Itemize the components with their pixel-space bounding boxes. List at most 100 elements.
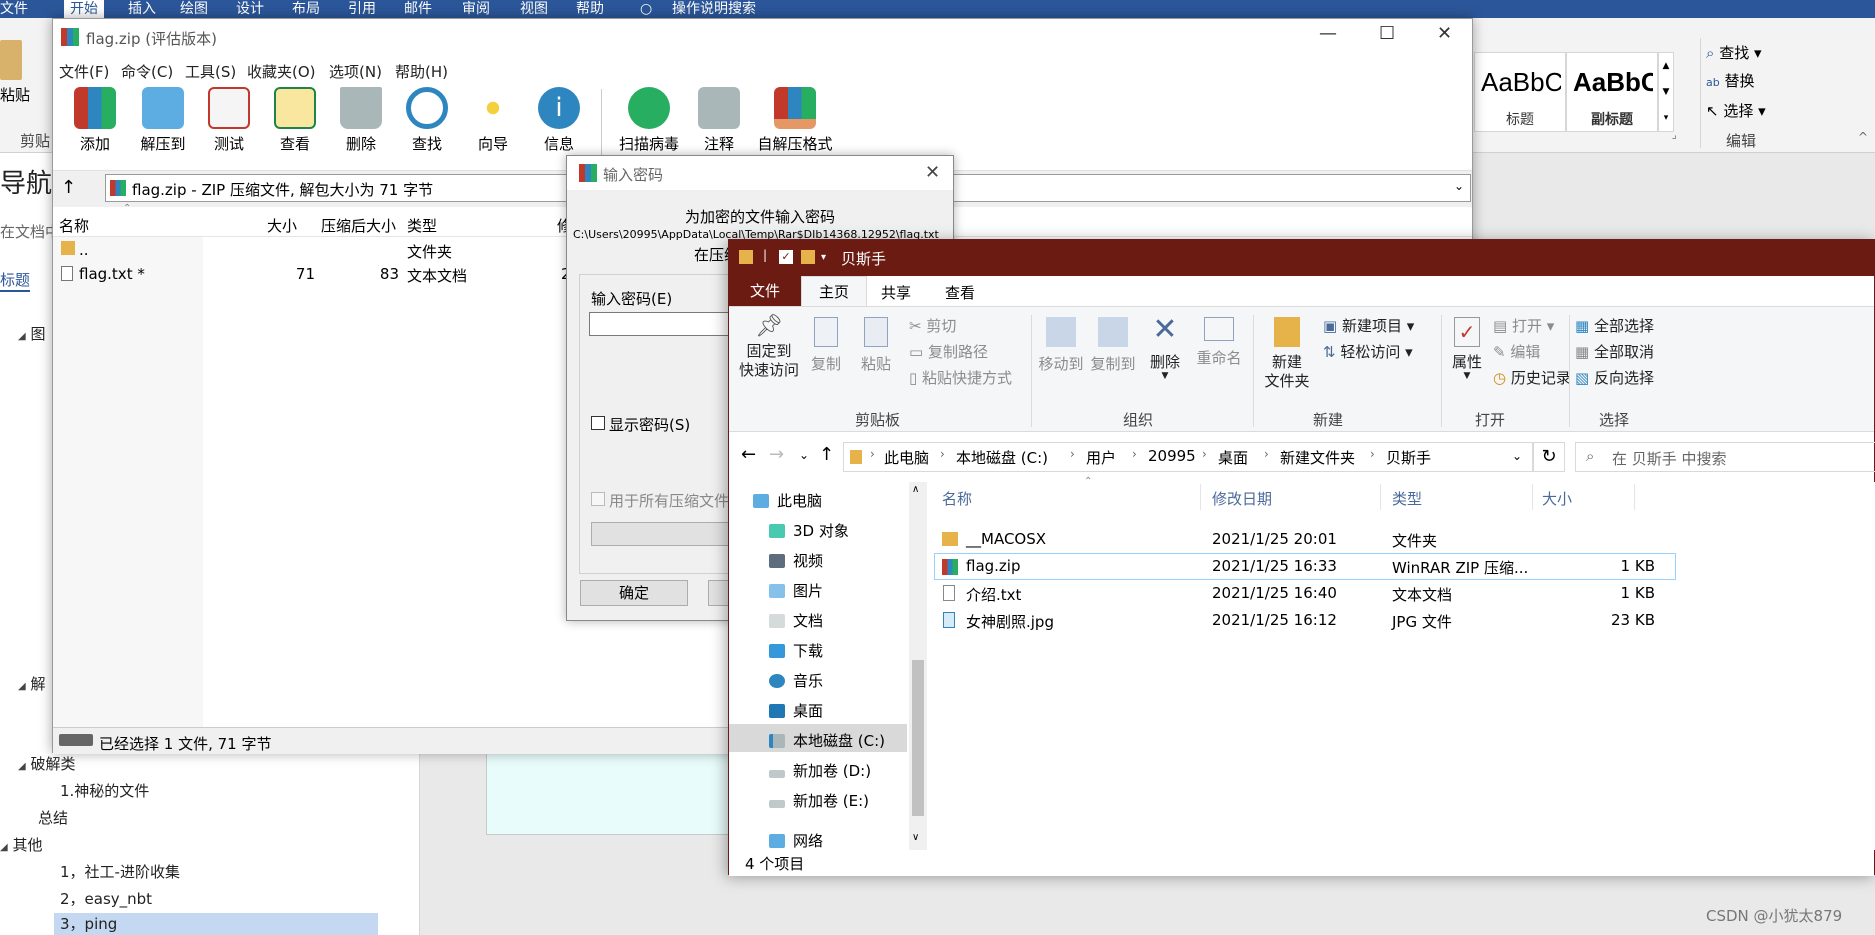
copy-button[interactable]: 复制: [805, 317, 847, 374]
col-date[interactable]: 修改日期: [1212, 488, 1272, 509]
word-tell-me[interactable]: 操作说明搜索: [672, 0, 756, 18]
breadcrumb[interactable]: › 此电脑 › 本地磁盘 (C:) › 用户 › 20995 › 桌面 › 新建…: [843, 442, 1533, 472]
chevron-down-icon[interactable]: ⌄: [1454, 179, 1464, 193]
list-item[interactable]: __MACOSX 2021/1/25 20:01 文件夹: [934, 526, 1674, 553]
nav-item[interactable]: ◢ 图: [18, 323, 46, 344]
new-folder-qat-icon[interactable]: [801, 250, 815, 264]
table-row[interactable]: .. 文件夹: [53, 239, 613, 263]
breadcrumb-item[interactable]: 桌面: [1218, 447, 1248, 468]
menu-tools[interactable]: 工具(S): [185, 61, 236, 82]
search-input[interactable]: ⌕ 在 贝斯手 中搜索: [1575, 442, 1875, 472]
info-button[interactable]: i 信息: [527, 87, 591, 154]
word-tab-review[interactable]: 审阅: [462, 0, 490, 18]
nav-item[interactable]: ◢ 破解类: [18, 753, 76, 774]
nav-item[interactable]: 1.神秘的文件: [60, 780, 149, 801]
word-tab-help[interactable]: 帮助: [576, 0, 604, 18]
word-paste-label[interactable]: 粘贴: [0, 84, 30, 105]
view-button[interactable]: 查看: [263, 87, 327, 154]
invert-selection-button[interactable]: ▧ 反向选择: [1575, 367, 1654, 388]
comment-button[interactable]: 注释: [687, 87, 751, 154]
virus-scan-button[interactable]: 扫描病毒: [609, 87, 689, 154]
tree-this-pc[interactable]: 此电脑: [753, 490, 822, 511]
tree-3d-objects[interactable]: 3D 对象: [769, 520, 849, 541]
nav-tab-headings[interactable]: 标题: [0, 269, 31, 292]
close-button[interactable]: ✕: [925, 162, 940, 183]
tab-share[interactable]: 共享: [881, 282, 911, 303]
nav-item[interactable]: 1，社工-进阶收集: [60, 861, 180, 882]
breadcrumb-item[interactable]: 20995: [1148, 447, 1196, 465]
refresh-icon[interactable]: ↻: [1533, 442, 1565, 472]
menu-options[interactable]: 选项(N): [329, 61, 382, 82]
select-all-button[interactable]: ▦ 全部选择: [1575, 315, 1654, 336]
use-all-checkbox[interactable]: [591, 492, 605, 506]
add-button[interactable]: 添加: [63, 87, 127, 154]
col-name[interactable]: 名称: [59, 215, 89, 236]
nav-item-selected[interactable]: 3，ping: [54, 913, 378, 935]
easy-access-button[interactable]: ⇅ 轻松访问 ▾: [1323, 341, 1413, 362]
col-name[interactable]: 名称: [942, 488, 972, 509]
copy-to-button[interactable]: 复制到: [1087, 317, 1139, 374]
word-tab-draw[interactable]: 绘图: [180, 0, 208, 18]
word-tab-mailings[interactable]: 邮件: [404, 0, 432, 18]
list-item-focused[interactable]: flag.zip 2021/1/25 16:33 WinRAR ZIP 压缩..…: [934, 553, 1676, 580]
new-folder-button[interactable]: 新建 文件夹: [1257, 317, 1317, 391]
qat-dropdown-icon[interactable]: ▾: [821, 252, 826, 263]
tree-scrollbar[interactable]: ∧ ∨: [909, 482, 927, 850]
maximize-button[interactable]: ☐: [1379, 23, 1395, 44]
move-to-button[interactable]: 移动到: [1035, 317, 1087, 374]
breadcrumb-item[interactable]: 本地磁盘 (C:): [956, 447, 1048, 468]
style-subtitle[interactable]: AaBbC 副标题: [1566, 52, 1658, 132]
word-tab-design[interactable]: 设计: [236, 0, 264, 18]
new-item-button[interactable]: ▣ 新建项目 ▾: [1323, 315, 1414, 336]
tree-pictures[interactable]: 图片: [769, 580, 823, 601]
word-tab-file[interactable]: 文件: [0, 0, 28, 18]
pin-quick-access-button[interactable]: 📌︎ 固定到 快速访问: [739, 316, 799, 380]
find-button[interactable]: 查找: [395, 87, 459, 154]
nav-item[interactable]: 总结: [38, 807, 68, 828]
close-button[interactable]: ✕: [1437, 23, 1452, 44]
list-item[interactable]: 介绍.txt 2021/1/25 16:40 文本文档 1 KB: [934, 580, 1674, 607]
extract-to-button[interactable]: 解压到: [131, 87, 195, 154]
up-arrow-icon[interactable]: ↑: [61, 177, 76, 198]
tree-volume-e[interactable]: 新加卷 (E:): [769, 790, 869, 811]
word-tab-layout[interactable]: 布局: [292, 0, 320, 18]
recent-dropdown-icon[interactable]: ⌄: [799, 448, 809, 462]
tree-local-disk-c[interactable]: 本地磁盘 (C:): [769, 730, 885, 751]
tree-volume-d[interactable]: 新加卷 (D:): [769, 760, 871, 781]
menu-help[interactable]: 帮助(H): [395, 61, 448, 82]
tab-file[interactable]: 文件: [729, 276, 801, 306]
col-type[interactable]: 类型: [1392, 488, 1422, 509]
show-password-checkbox[interactable]: [591, 416, 605, 430]
delete-button[interactable]: ✕ 删除 ▼: [1145, 313, 1185, 381]
breadcrumb-item[interactable]: 此电脑: [884, 447, 929, 468]
sfx-button[interactable]: 自解压格式: [745, 87, 845, 154]
up-arrow-icon[interactable]: ↑: [819, 444, 834, 465]
nav-search-input[interactable]: 在文档中: [0, 221, 60, 242]
menu-commands[interactable]: 命令(C): [121, 61, 173, 82]
menu-favorites[interactable]: 收藏夹(O): [247, 61, 316, 82]
tree-network[interactable]: 网络: [769, 830, 823, 850]
open-button[interactable]: ▤ 打开 ▾: [1493, 315, 1554, 336]
tree-music[interactable]: 音乐: [769, 670, 823, 691]
breadcrumb-item[interactable]: 贝斯手: [1386, 447, 1431, 468]
nav-item[interactable]: 2，easy_nbt: [60, 888, 152, 909]
copy-path-button[interactable]: ▭ 复制路径: [909, 341, 988, 362]
properties-button[interactable]: ✓ 属性 ▼: [1445, 317, 1489, 381]
menu-file[interactable]: 文件(F): [59, 61, 109, 82]
nav-item[interactable]: ◢ 解: [18, 673, 46, 694]
properties-check-icon[interactable]: ✓: [779, 250, 793, 264]
style-title[interactable]: AaBbC 标题: [1474, 52, 1566, 132]
word-find[interactable]: ⌕ 查找 ▾: [1706, 42, 1762, 63]
history-button[interactable]: ◷ 历史记录: [1493, 367, 1571, 388]
col-size[interactable]: 大小: [1542, 488, 1572, 509]
tree-documents[interactable]: 文档: [769, 610, 823, 631]
tree-desktop[interactable]: 桌面: [769, 700, 823, 721]
back-arrow-icon[interactable]: ←: [741, 444, 756, 465]
tab-home[interactable]: 主页: [801, 276, 867, 307]
breadcrumb-item[interactable]: 用户: [1086, 447, 1116, 468]
tab-view[interactable]: 查看: [945, 282, 975, 303]
tree-downloads[interactable]: 下载: [769, 640, 823, 661]
test-button[interactable]: 测试: [197, 87, 261, 154]
scroll-thumb[interactable]: [912, 660, 924, 816]
rename-button[interactable]: 重命名: [1191, 317, 1247, 368]
